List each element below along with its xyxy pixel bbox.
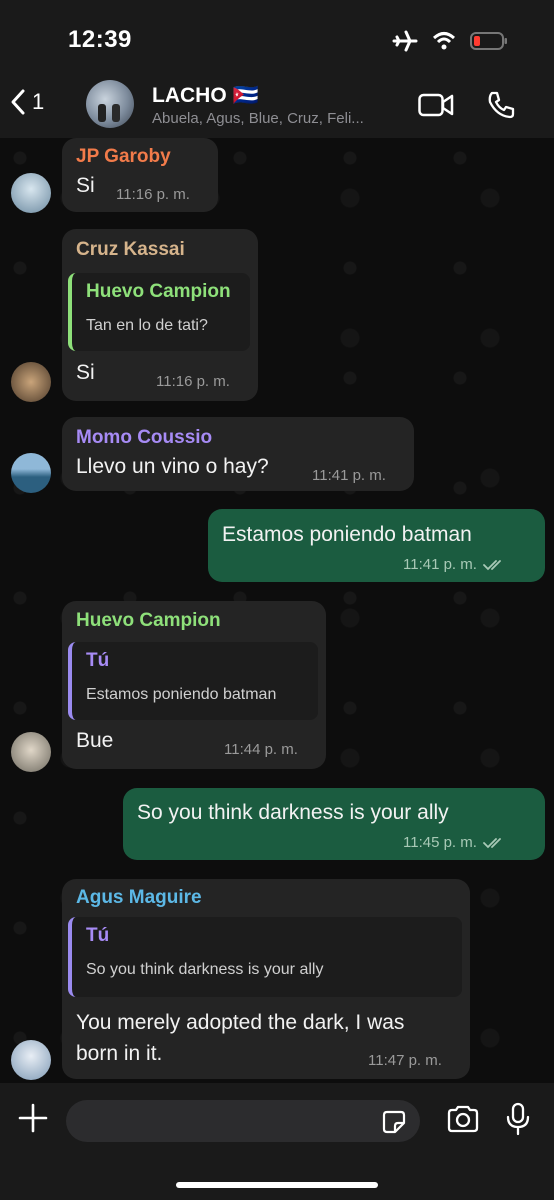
avatar[interactable] bbox=[11, 453, 51, 493]
reply-sender: Tú bbox=[86, 925, 110, 946]
double-check-icon bbox=[483, 560, 501, 571]
message-time: 11:16 p. m. bbox=[116, 186, 190, 203]
airplane-icon bbox=[392, 30, 418, 52]
home-indicator bbox=[176, 1182, 378, 1188]
message-bubble[interactable]: JP Garoby Si 11:16 p. m. bbox=[62, 138, 218, 212]
message-text: Estamos poniendo batman bbox=[222, 523, 472, 546]
reply-quote[interactable]: Tú So you think darkness is your ally bbox=[68, 917, 462, 997]
message-time: 11:41 p. m. bbox=[312, 467, 386, 484]
avatar[interactable] bbox=[11, 173, 51, 213]
battery-low-icon bbox=[470, 32, 507, 50]
message-text-line: born in it. bbox=[76, 1042, 163, 1065]
chevron-left-icon bbox=[11, 89, 25, 115]
message-sender: Momo Coussio bbox=[76, 427, 213, 448]
avatar[interactable] bbox=[11, 732, 51, 772]
unread-count: 1 bbox=[32, 89, 45, 114]
message-time: 11:45 p. m. bbox=[403, 834, 505, 851]
status-icons bbox=[392, 30, 508, 52]
phone-call-icon[interactable] bbox=[486, 90, 516, 120]
outgoing-message-bubble[interactable]: Estamos poniendo batman 11:41 p. m. bbox=[208, 509, 545, 582]
message-bubble[interactable]: Cruz Kassai Huevo Campion Tan en lo de t… bbox=[62, 229, 258, 401]
message-time: 11:16 p. m. bbox=[156, 373, 230, 390]
message-sender: Agus Maguire bbox=[76, 887, 202, 908]
group-members[interactable]: Abuela, Agus, Blue, Cruz, Feli... bbox=[152, 110, 364, 127]
plus-icon[interactable] bbox=[18, 1103, 48, 1133]
reply-quote[interactable]: Huevo Campion Tan en lo de tati? bbox=[68, 273, 250, 351]
message-bubble[interactable]: Momo Coussio Llevo un vino o hay? 11:41 … bbox=[62, 417, 414, 491]
chat-header: 1 LACHO 🇨🇺 Abuela, Agus, Blue, Cruz, Fel… bbox=[0, 78, 554, 138]
message-text: So you think darkness is your ally bbox=[137, 801, 449, 824]
status-time: 12:39 bbox=[68, 26, 132, 53]
message-sender: Huevo Campion bbox=[76, 610, 221, 631]
message-time: 11:44 p. m. bbox=[224, 741, 298, 758]
message-time: 11:47 p. m. bbox=[368, 1052, 442, 1069]
reply-sender: Huevo Campion bbox=[86, 281, 231, 302]
message-text: Llevo un vino o hay? bbox=[76, 455, 269, 478]
back-button[interactable]: 1 bbox=[10, 88, 44, 116]
message-bubble[interactable]: Agus Maguire Tú So you think darkness is… bbox=[62, 879, 470, 1079]
message-bubble[interactable]: Huevo Campion Tú Estamos poniendo batman… bbox=[62, 601, 326, 769]
reply-text: Tan en lo de tati? bbox=[86, 317, 208, 334]
double-check-icon bbox=[483, 838, 501, 849]
reply-quote[interactable]: Tú Estamos poniendo batman bbox=[68, 642, 318, 720]
avatar[interactable] bbox=[11, 362, 51, 402]
group-avatar[interactable] bbox=[86, 80, 134, 128]
sticker-icon[interactable] bbox=[382, 1110, 406, 1134]
message-text: Bue bbox=[76, 729, 114, 752]
camera-icon[interactable] bbox=[446, 1105, 480, 1133]
compose-bar bbox=[0, 1083, 554, 1200]
message-sender: Cruz Kassai bbox=[76, 239, 185, 260]
message-sender: JP Garoby bbox=[76, 146, 171, 167]
message-text-line: You merely adopted the dark, I was bbox=[76, 1011, 405, 1034]
message-list[interactable]: JP Garoby Si 11:16 p. m. Cruz Kassai Hue… bbox=[0, 138, 554, 1083]
reply-text: Estamos poniendo batman bbox=[86, 686, 277, 703]
status-bar: 12:39 bbox=[0, 0, 554, 78]
wifi-icon bbox=[432, 32, 456, 50]
outgoing-message-bubble[interactable]: So you think darkness is your ally 11:45… bbox=[123, 788, 545, 860]
reply-sender: Tú bbox=[86, 650, 110, 671]
microphone-icon[interactable] bbox=[506, 1102, 530, 1136]
message-input[interactable] bbox=[66, 1100, 420, 1142]
reply-text: So you think darkness is your ally bbox=[86, 961, 324, 978]
message-time: 11:41 p. m. bbox=[403, 556, 505, 573]
group-name[interactable]: LACHO 🇨🇺 bbox=[152, 84, 259, 108]
message-text: Si bbox=[76, 361, 95, 384]
video-call-icon[interactable] bbox=[418, 93, 454, 117]
avatar[interactable] bbox=[11, 1040, 51, 1080]
message-text: Si bbox=[76, 174, 95, 197]
